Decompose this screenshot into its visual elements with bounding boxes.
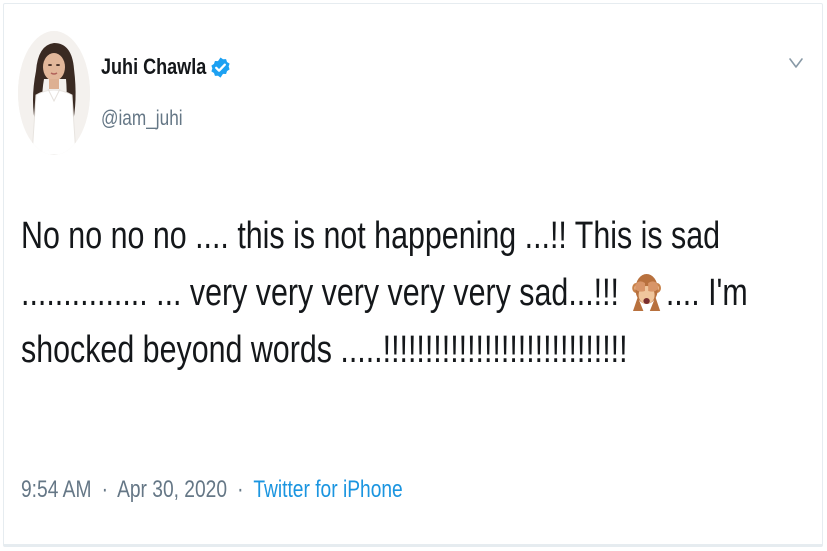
tweet-line-3: shocked beyond words .....!!!!!!!!!!!!!!… [21, 329, 628, 371]
tweet-date[interactable]: Apr 30, 2020 [117, 476, 227, 503]
tweet-line-1: No no no no .... this is not happening .… [21, 215, 721, 257]
meta-separator: · [237, 476, 244, 503]
tweet-meta: 9:54 AM · Apr 30, 2020 · Twitter for iPh… [21, 476, 403, 504]
meta-separator: · [101, 476, 108, 503]
display-name[interactable]: Juhi Chawla [101, 54, 206, 80]
tweet-time[interactable]: 9:54 AM [21, 476, 91, 503]
tweet-card: Juhi Chawla @iam_juhi No no no no .... t… [3, 3, 823, 547]
chevron-down-icon[interactable] [785, 52, 807, 74]
tweet-text: No no no no .... this is not happening .… [21, 208, 821, 379]
see-no-evil-monkey-icon [632, 274, 662, 311]
verified-badge-icon [211, 56, 230, 78]
avatar[interactable] [18, 31, 90, 155]
tweet-line-2: ............... ... very very very very … [21, 265, 821, 322]
tweet-source-link[interactable]: Twitter for iPhone [253, 476, 402, 503]
tweet-line-2-end: .... I'm [665, 272, 748, 314]
user-name-row: Juhi Chawla [101, 54, 232, 80]
divider [4, 544, 822, 546]
tweet-line-2-start: ............... ... very very very very … [21, 272, 619, 314]
user-handle[interactable]: @iam_juhi [101, 107, 183, 131]
